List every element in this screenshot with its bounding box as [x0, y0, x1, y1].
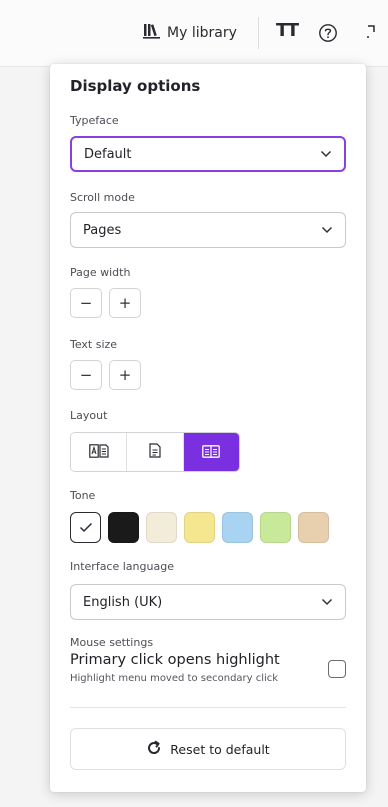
page-width-increase-button[interactable]: + — [109, 288, 141, 318]
typeface-select[interactable]: Default — [70, 136, 346, 172]
text-size-decrease-button[interactable]: − — [70, 360, 102, 390]
books-icon — [143, 23, 161, 43]
tone-swatches — [70, 512, 329, 543]
scroll-mode-label: Scroll mode — [70, 191, 135, 204]
interface-language-label: Interface language — [70, 560, 174, 573]
page-width-decrease-button[interactable]: − — [70, 288, 102, 318]
panel-title: Display options — [70, 77, 201, 95]
tone-swatch-blue[interactable] — [222, 512, 253, 543]
tone-label: Tone — [70, 489, 96, 502]
page-width-label: Page width — [70, 266, 131, 279]
help-circle-icon[interactable] — [318, 23, 338, 43]
interface-language-select[interactable]: English (UK) — [70, 584, 346, 620]
scroll-mode-select[interactable]: Pages — [70, 212, 346, 248]
tone-swatch-yellow[interactable] — [184, 512, 215, 543]
display-options-panel: Display options Typeface Default Scroll … — [50, 64, 366, 792]
text-size-increase-button[interactable]: + — [109, 360, 141, 390]
layout-label: Layout — [70, 409, 108, 422]
tone-swatch-tan[interactable] — [298, 512, 329, 543]
reset-icon — [146, 740, 162, 759]
text-size-label: Text size — [70, 338, 118, 351]
layout-option-translate[interactable] — [71, 433, 128, 471]
top-toolbar: My library TT — [0, 0, 388, 67]
reset-label: Reset to default — [170, 741, 270, 757]
scroll-mode-value: Pages — [83, 222, 122, 238]
primary-click-label: Primary click opens highlight — [70, 652, 280, 668]
primary-click-description: Highlight menu moved to secondary click — [70, 673, 279, 684]
typeface-value: Default — [84, 146, 132, 162]
tone-swatch-green[interactable] — [260, 512, 291, 543]
tone-swatch-cream[interactable] — [146, 512, 177, 543]
typeface-label: Typeface — [70, 114, 119, 127]
layout-option-single-page[interactable] — [127, 433, 184, 471]
layout-toggle-group — [70, 432, 240, 472]
page-width-stepper: − + — [70, 288, 141, 318]
text-size-stepper: − + — [70, 360, 141, 390]
text-size-icon[interactable]: TT — [276, 20, 299, 41]
mouse-settings-label: Mouse settings — [70, 636, 154, 649]
my-library-label: My library — [167, 25, 237, 41]
reset-to-default-button[interactable]: Reset to default — [70, 728, 346, 770]
chevron-down-icon — [320, 150, 332, 158]
chevron-down-icon — [321, 598, 333, 606]
fullscreen-icon[interactable] — [366, 22, 380, 42]
layout-option-two-column[interactable] — [183, 433, 239, 471]
single-page-icon — [149, 442, 161, 462]
tone-swatch-white[interactable] — [70, 512, 101, 543]
two-column-icon — [202, 443, 221, 462]
text-size-glyph: TT — [276, 20, 299, 41]
translate-layout-icon — [88, 443, 109, 462]
interface-language-value: English (UK) — [83, 594, 163, 610]
toolbar-divider — [258, 17, 259, 49]
divider — [70, 707, 346, 708]
tone-swatch-black[interactable] — [108, 512, 139, 543]
checkmark-icon — [79, 518, 93, 537]
chevron-down-icon — [321, 226, 333, 234]
my-library-button[interactable]: My library — [143, 23, 237, 43]
primary-click-checkbox[interactable] — [328, 660, 346, 678]
